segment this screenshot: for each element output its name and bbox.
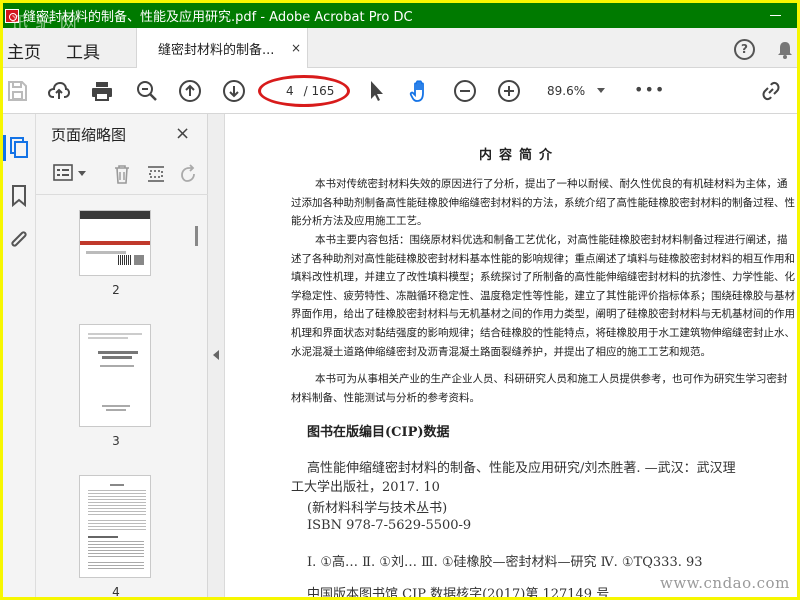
print-icon[interactable] [90,79,114,103]
tab-document[interactable]: 缝密封材料的制备... × [136,28,308,68]
bookmark-icon[interactable] [11,185,27,207]
chevron-down-icon[interactable] [78,171,86,176]
current-page-input[interactable]: 4 [274,84,294,98]
minimize-button[interactable] [769,8,783,22]
zoom-level-dropdown[interactable]: 89.6% [547,84,585,98]
thumbnail-list[interactable]: 2 3 4 [36,194,208,597]
options-menu-icon[interactable] [53,164,73,182]
acrobat-app-icon [5,8,19,23]
document-paragraph: 本书对传统密封材料失效的原因进行了分析，提出了一种以耐候、耐久性优良的有机硅材料… [291,178,795,228]
cip-line: ISBN 978-7-5629-5500-9 [307,518,472,533]
tab-bar: 主页 工具 缝密封材料的制备... × ? [3,28,797,68]
thumbnail-scrollbar[interactable] [195,226,198,246]
cip-line: 中国版本图书馆 CIP 数据核字(2017)第 127149 号 [307,587,610,597]
zoom-in-icon[interactable] [497,79,521,103]
document-heading: 内容简介 [478,148,559,163]
tab-tools[interactable]: 工具 [66,38,100,63]
thumbnail-page[interactable] [80,211,150,275]
upload-cloud-icon[interactable] [47,79,71,103]
title-bar: 缝密封材料的制备、性能及应用研究.pdf - Adobe Acrobat Pro… [3,3,797,28]
app-window: 缝密封材料的制备、性能及应用研究.pdf - Adobe Acrobat Pro… [3,3,797,597]
zoom-out-icon[interactable] [453,79,477,103]
thumbnail-page-number: 3 [112,434,120,448]
panel-collapse-strip[interactable] [208,114,225,597]
thumbnail-page[interactable] [80,325,150,426]
rotate-page-icon[interactable] [179,164,199,184]
cip-line: (新材料科学与技术丛书) [307,501,448,516]
attachment-icon[interactable] [8,229,30,253]
panel-title: 页面缩略图 [51,126,127,144]
total-pages-label: / 165 [303,84,335,98]
main-toolbar: 4 / 165 89.6% ••• [3,69,797,114]
chevron-down-icon[interactable] [597,88,605,93]
window-title: 缝密封材料的制备、性能及应用研究.pdf - Adobe Acrobat Pro… [23,10,413,25]
cip-line: 高性能伸缩缝密封材料的制备、性能及应用研究/刘杰胜著. —武汉：武汉理 [307,461,736,476]
thumbnail-page-number: 2 [112,283,120,297]
close-tab-icon[interactable]: × [291,41,301,55]
cip-line: 工大学出版社，2017. 10 [291,480,440,495]
extract-pages-icon[interactable] [146,164,166,184]
select-cursor-icon[interactable] [365,79,389,103]
share-link-icon[interactable] [759,79,783,103]
left-navigation-rail [3,114,36,597]
save-icon[interactable] [5,79,29,103]
page-thumbnails-icon[interactable] [9,137,29,159]
collapse-arrow-icon[interactable] [213,350,219,360]
cip-line: Ⅰ. ①高… Ⅱ. ①刘… Ⅲ. ①硅橡胶—密封材料—研究 Ⅳ. ①TQ333.… [307,555,703,570]
more-tools-icon[interactable]: ••• [634,80,665,99]
document-paragraph: 本书可为从事相关产业的生产企业人员、科研研究人员和施工人员提供参考，也可作为研究… [291,373,788,404]
document-tab-label: 缝密封材料的制备... [158,42,275,58]
close-panel-icon[interactable]: × [175,123,190,144]
zoom-search-icon[interactable] [135,79,159,103]
page-thumbnails-panel: 页面缩略图 × 2 3 4 [36,114,208,597]
thumbnail-page[interactable] [80,476,150,577]
site-watermark-url: www.cndao.com [660,574,790,592]
previous-page-icon[interactable] [178,79,202,103]
help-icon[interactable]: ? [734,39,755,60]
notification-bell-icon[interactable] [776,40,794,60]
document-paragraph: 本书主要内容包括：围绕原材料优选和制备工艺优化，对高性能硅橡胶密封材料制备过程进… [291,234,795,358]
document-view[interactable]: 内容简介 本书对传统密封材料失效的原因进行了分析，提出了一种以耐候、耐久性优良的… [225,114,797,597]
tab-home[interactable]: 主页 [7,38,41,63]
cip-title: 图书在版编目(CIP)数据 [307,425,450,440]
next-page-icon[interactable] [222,79,246,103]
thumbnail-tools [36,158,208,191]
delete-page-icon[interactable] [113,164,131,184]
thumbnail-page-number: 4 [112,585,120,597]
hand-tool-icon[interactable] [408,79,432,103]
page-number-field[interactable]: 4 / 165 [258,75,350,107]
active-indicator [3,135,6,161]
